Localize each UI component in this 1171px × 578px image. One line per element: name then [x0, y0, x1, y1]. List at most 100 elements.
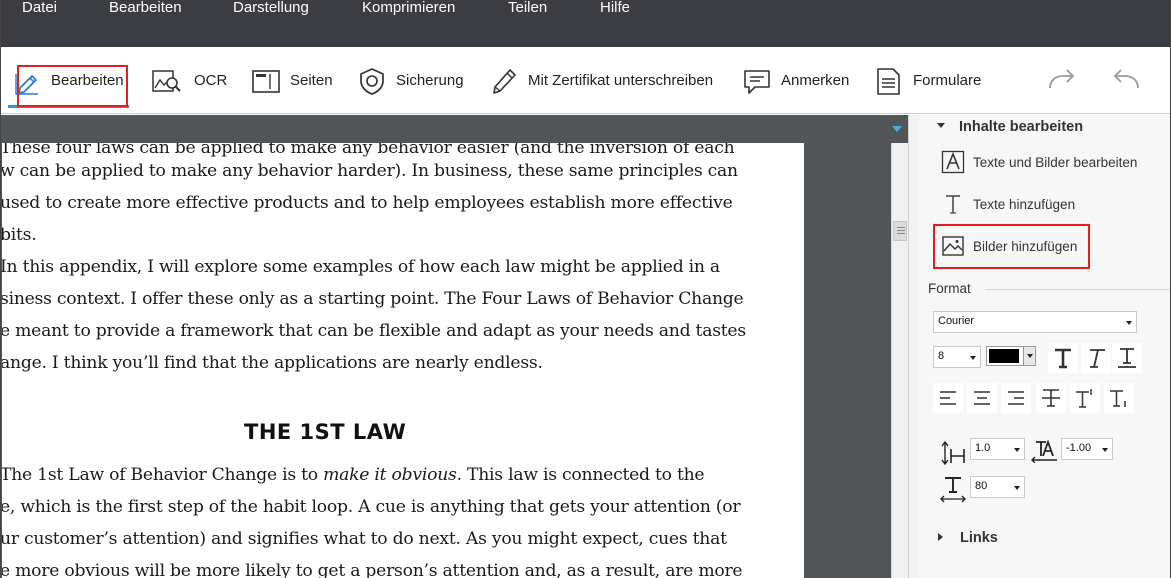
tool-ocr[interactable]: OCR [151, 47, 227, 114]
tool-ocr-label: OCR [194, 72, 228, 89]
scale-icon [939, 475, 967, 503]
tool-formulare[interactable]: Formulare [874, 47, 981, 114]
text-line: siness context. I offer these only as a … [2, 289, 744, 309]
scrollbar-thumb[interactable] [893, 221, 907, 241]
underline-button[interactable] [1112, 343, 1142, 373]
comment-icon [742, 66, 772, 96]
font-family-value: Courier [938, 315, 975, 327]
sign-pen-icon [489, 66, 519, 96]
align-left-icon [940, 391, 956, 405]
line-spacing-select[interactable]: 1.0 [970, 438, 1025, 460]
text-line: w can be applied to make any behavior ha… [2, 161, 738, 181]
pages-icon [251, 66, 281, 96]
tool-sicherung[interactable]: Sicherung [357, 47, 464, 114]
bold-t-icon [1055, 348, 1071, 369]
side-panel-body: Inhalte bearbeiten Texte und Bilder bear… [919, 115, 1170, 578]
superscript-icon [1076, 389, 1092, 408]
text-line: e meant to provide a framework that can … [2, 321, 746, 341]
superscript-button[interactable] [1070, 383, 1100, 413]
line-spacing-value: 1.0 [975, 442, 991, 454]
shield-icon [357, 66, 387, 96]
app-window: Datei Bearbeiten Darstellung Komprimiere… [0, 0, 1171, 578]
undo-button[interactable] [1111, 47, 1141, 114]
char-spacing-icon [1029, 439, 1061, 463]
tool-seiten-label: Seiten [290, 72, 333, 89]
section-heading: THE 1ST LAW [244, 420, 407, 444]
document-topbar [1, 115, 908, 143]
underline-t-icon [1118, 348, 1136, 368]
font-size-select[interactable]: 8 [933, 346, 981, 368]
tool-zertifikat-label: Mit Zertifikat unterschreiben [528, 72, 714, 89]
text-line: bits. [2, 225, 37, 245]
redo-button[interactable] [1047, 47, 1077, 114]
format-divider [985, 289, 1170, 290]
text-line: used to create more effective products a… [2, 193, 733, 213]
char-spacing-value: -1.00 [1066, 442, 1092, 454]
vertical-scrollbar[interactable] [891, 143, 908, 578]
font-color-picker[interactable] [986, 346, 1036, 366]
char-spacing-select[interactable]: -1.00 [1061, 438, 1113, 460]
chevron-down-icon [1014, 448, 1020, 452]
scale-value: 80 [975, 480, 988, 492]
subscript-button[interactable] [1104, 383, 1134, 413]
align-center-button[interactable] [967, 383, 997, 413]
subscript-icon [1110, 390, 1126, 407]
italic-t-icon [1090, 349, 1105, 368]
chevron-down-icon [1102, 448, 1108, 452]
chevron-down-icon [970, 356, 976, 360]
chevron-down-icon [1014, 486, 1020, 490]
add-text-icon [941, 192, 965, 216]
color-swatch [989, 349, 1019, 363]
menu-bearbeiten[interactable]: Bearbeiten [109, 0, 182, 18]
tool-sicherung-label: Sicherung [396, 72, 464, 89]
tool-seiten[interactable]: Seiten [251, 47, 333, 114]
align-left-button[interactable] [933, 383, 963, 413]
add-text-label: Texte hinzufügen [973, 196, 1076, 212]
edit-text-images-button[interactable]: Texte und Bilder bearbeiten [941, 147, 1137, 177]
section-content-heading[interactable]: Inhalte bearbeiten [959, 119, 1083, 135]
tool-anmerken[interactable]: Anmerken [742, 47, 849, 114]
chevron-down-icon [1023, 347, 1035, 365]
text-line: e, which is the first step of the habit … [2, 497, 741, 517]
main-toolbar: Bearbeiten OCR Seiten Sicherung Mit Zert… [1, 47, 1170, 114]
section-links-heading[interactable]: Links [960, 530, 998, 546]
tool-zertifikat[interactable]: Mit Zertifikat unterschreiben [489, 47, 713, 114]
font-size-value: 8 [938, 350, 945, 362]
view-dropdown-icon[interactable] [892, 126, 902, 132]
menu-datei[interactable]: Datei [22, 0, 57, 18]
edit-text-images-icon [941, 150, 965, 174]
chevron-down-icon [1126, 321, 1132, 325]
redo-icon [1047, 66, 1077, 96]
collapse-triangle-icon[interactable] [937, 123, 945, 128]
text-line: ur customer’s attention) and signifies w… [2, 529, 727, 549]
strikethrough-icon [1042, 389, 1060, 407]
highlight-box-bearbeiten [17, 65, 128, 107]
text-line: e more obvious will be more likely to ge… [2, 561, 743, 578]
document-viewport: These four laws can be applied to make a… [1, 115, 908, 578]
bold-button[interactable] [1048, 343, 1078, 373]
form-document-icon [874, 66, 904, 96]
menu-darstellung[interactable]: Darstellung [233, 0, 309, 18]
menu-komprimieren[interactable]: Komprimieren [362, 0, 455, 18]
edit-side-panel: Inhalte bearbeiten Texte und Bilder bear… [908, 115, 1170, 578]
menu-hilfe[interactable]: Hilfe [600, 0, 630, 18]
add-text-button[interactable]: Texte hinzufügen [941, 189, 1075, 219]
tool-anmerken-label: Anmerken [781, 72, 850, 89]
align-center-icon [974, 391, 990, 405]
edit-text-images-label: Texte und Bilder bearbeiten [973, 154, 1138, 170]
undo-icon [1111, 66, 1141, 96]
strikethrough-button[interactable] [1036, 383, 1066, 413]
line-spacing-icon [940, 439, 968, 465]
italic-button[interactable] [1081, 343, 1111, 373]
scale-select[interactable]: 80 [970, 476, 1025, 498]
align-right-icon [1008, 391, 1024, 405]
document-page[interactable]: These four laws can be applied to make a… [2, 143, 804, 578]
text-line: ange. I think you’ll find that the appli… [2, 353, 543, 373]
ocr-scan-icon [151, 66, 181, 96]
font-family-select[interactable]: Courier [933, 311, 1137, 333]
menu-bar: Datei Bearbeiten Darstellung Komprimiere… [1, 0, 1170, 47]
align-right-button[interactable] [1001, 383, 1031, 413]
expand-triangle-icon[interactable] [938, 533, 943, 541]
menu-teilen[interactable]: Teilen [508, 0, 547, 18]
highlight-box-add-image [933, 224, 1090, 269]
